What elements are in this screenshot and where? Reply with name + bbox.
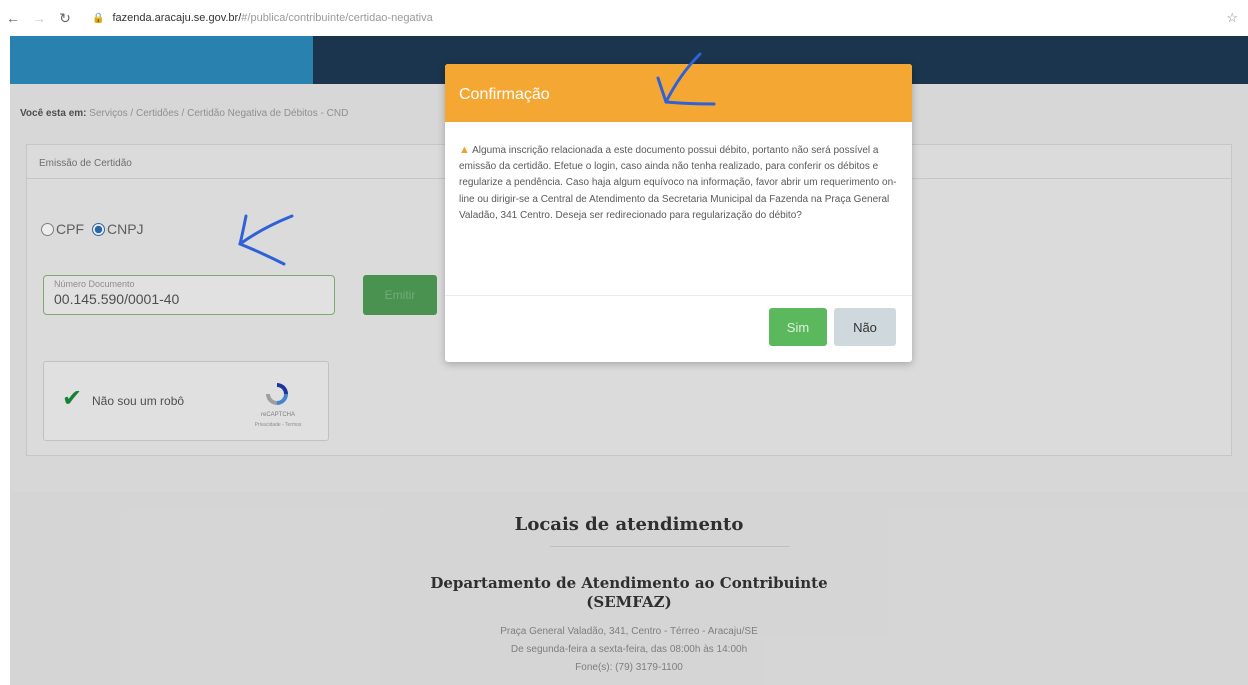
yes-button[interactable]: Sim	[769, 308, 827, 346]
dialog-message: Alguma inscrição relacionada a este docu…	[459, 145, 897, 221]
url-path: #/publica/contribuinte/certidao-negativa	[241, 12, 433, 24]
warning-icon: ▲	[459, 144, 470, 156]
no-button[interactable]: Não	[834, 308, 896, 346]
reload-icon[interactable]: ↻	[52, 10, 78, 27]
browser-toolbar: ← → ↻ 🔒 fazenda.aracaju.se.gov.br/#/publ…	[0, 0, 1248, 36]
dialog-body: ▲ Alguma inscrição relacionada a este do…	[445, 122, 912, 296]
lock-icon: 🔒	[92, 12, 105, 24]
arrow-right-icon[interactable]: →	[26, 10, 52, 26]
star-icon[interactable]: ☆	[1226, 10, 1238, 26]
url-host: fazenda.aracaju.se.gov.br/	[112, 12, 242, 24]
dialog-title: Confirmação	[445, 64, 912, 122]
address-bar[interactable]: 🔒 fazenda.aracaju.se.gov.br/#/publica/co…	[92, 12, 433, 24]
confirmation-dialog: Confirmação ▲ Alguma inscrição relaciona…	[445, 64, 912, 362]
arrow-left-icon[interactable]: ←	[0, 10, 26, 26]
